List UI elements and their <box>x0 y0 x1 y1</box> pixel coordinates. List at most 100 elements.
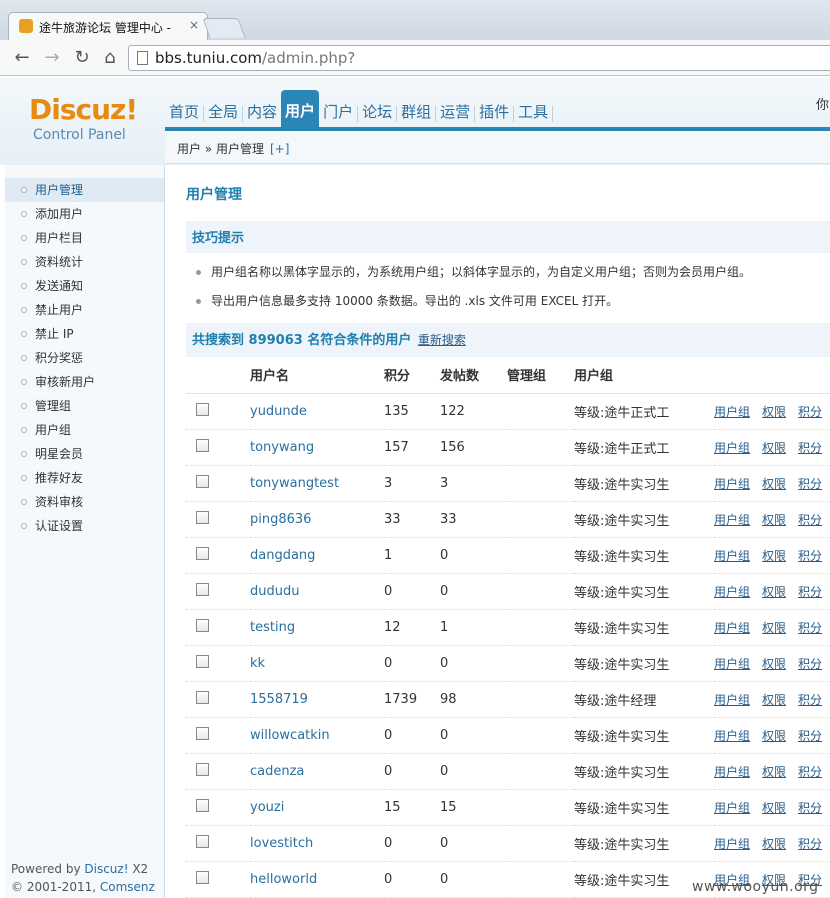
op-permission-link[interactable]: 权限 <box>762 513 786 527</box>
op-usergroup-link[interactable]: 用户组 <box>714 621 750 635</box>
sidebar-item[interactable]: 发送通知 <box>5 274 164 298</box>
row-checkbox[interactable] <box>196 870 209 884</box>
row-checkbox[interactable] <box>196 726 209 740</box>
row-checkbox[interactable] <box>196 474 209 488</box>
op-credits-link[interactable]: 积分 <box>798 477 822 491</box>
op-usergroup-link[interactable]: 用户组 <box>714 477 750 491</box>
sidebar-item[interactable]: 积分奖惩 <box>5 346 164 370</box>
add-shortcut-link[interactable]: [+] <box>270 142 289 156</box>
sidebar-item[interactable]: 资料审核 <box>5 490 164 514</box>
username-link[interactable]: lovestitch <box>250 836 313 851</box>
new-tab-button[interactable] <box>202 18 246 38</box>
nav-tab[interactable]: 论坛 <box>358 91 396 127</box>
op-permission-link[interactable]: 权限 <box>762 837 786 851</box>
sidebar-item[interactable]: 用户组 <box>5 418 164 442</box>
sidebar-item[interactable]: 认证设置 <box>5 514 164 538</box>
row-checkbox[interactable] <box>196 546 209 560</box>
username-link[interactable]: cadenza <box>250 764 304 779</box>
discuz-link[interactable]: Discuz! <box>84 862 128 876</box>
browser-tab[interactable]: 途牛旅游论坛 管理中心 - × <box>8 12 208 40</box>
op-credits-link[interactable]: 积分 <box>798 405 822 419</box>
op-credits-link[interactable]: 积分 <box>798 585 822 599</box>
op-usergroup-link[interactable]: 用户组 <box>714 549 750 563</box>
username-link[interactable]: ping8636 <box>250 512 311 527</box>
op-permission-link[interactable]: 权限 <box>762 693 786 707</box>
op-permission-link[interactable]: 权限 <box>762 801 786 815</box>
op-credits-link[interactable]: 积分 <box>798 801 822 815</box>
row-checkbox[interactable] <box>196 654 209 668</box>
op-usergroup-link[interactable]: 用户组 <box>714 801 750 815</box>
op-usergroup-link[interactable]: 用户组 <box>714 405 750 419</box>
reload-icon[interactable]: ↻ <box>70 46 94 70</box>
op-credits-link[interactable]: 积分 <box>798 441 822 455</box>
username-link[interactable]: testing <box>250 620 295 635</box>
op-usergroup-link[interactable]: 用户组 <box>714 693 750 707</box>
op-permission-link[interactable]: 权限 <box>762 549 786 563</box>
op-usergroup-link[interactable]: 用户组 <box>714 441 750 455</box>
row-checkbox[interactable] <box>196 402 209 416</box>
nav-tab[interactable]: 全局 <box>204 91 242 127</box>
username-link[interactable]: yudunde <box>250 404 307 419</box>
research-link[interactable]: 重新搜索 <box>418 333 466 347</box>
op-credits-link[interactable]: 积分 <box>798 657 822 671</box>
username-link[interactable]: dududu <box>250 584 299 599</box>
op-credits-link[interactable]: 积分 <box>798 513 822 527</box>
op-permission-link[interactable]: 权限 <box>762 657 786 671</box>
nav-tab[interactable]: 群组 <box>397 91 435 127</box>
nav-tab[interactable]: 插件 <box>475 91 513 127</box>
row-checkbox[interactable] <box>196 510 209 524</box>
back-arrow-icon[interactable]: ← <box>10 46 34 70</box>
sidebar-item[interactable]: 资料统计 <box>5 250 164 274</box>
row-checkbox[interactable] <box>196 618 209 632</box>
username-link[interactable]: 1558719 <box>250 692 308 707</box>
op-permission-link[interactable]: 权限 <box>762 405 786 419</box>
op-permission-link[interactable]: 权限 <box>762 729 786 743</box>
op-usergroup-link[interactable]: 用户组 <box>714 513 750 527</box>
op-credits-link[interactable]: 积分 <box>798 765 822 779</box>
forward-arrow-icon[interactable]: → <box>40 46 64 70</box>
sidebar-item[interactable]: 管理组 <box>5 394 164 418</box>
op-usergroup-link[interactable]: 用户组 <box>714 585 750 599</box>
nav-tab[interactable]: 首页 <box>165 91 203 127</box>
op-usergroup-link[interactable]: 用户组 <box>714 729 750 743</box>
sidebar-item[interactable]: 用户管理 <box>5 178 164 202</box>
username-link[interactable]: kk <box>250 656 265 671</box>
sidebar-item[interactable]: 审核新用户 <box>5 370 164 394</box>
home-icon[interactable]: ⌂ <box>98 46 122 70</box>
username-link[interactable]: willowcatkin <box>250 728 330 743</box>
row-checkbox[interactable] <box>196 690 209 704</box>
row-checkbox[interactable] <box>196 582 209 596</box>
op-credits-link[interactable]: 积分 <box>798 693 822 707</box>
sidebar-item[interactable]: 禁止 IP <box>5 322 164 346</box>
op-credits-link[interactable]: 积分 <box>798 549 822 563</box>
op-credits-link[interactable]: 积分 <box>798 621 822 635</box>
op-usergroup-link[interactable]: 用户组 <box>714 765 750 779</box>
username-link[interactable]: youzi <box>250 800 284 815</box>
row-checkbox[interactable] <box>196 762 209 776</box>
username-link[interactable]: helloworld <box>250 872 317 887</box>
sidebar-item[interactable]: 禁止用户 <box>5 298 164 322</box>
row-checkbox[interactable] <box>196 834 209 848</box>
op-permission-link[interactable]: 权限 <box>762 477 786 491</box>
discuz-logo[interactable]: Discuz! Control Panel <box>5 77 160 164</box>
row-checkbox[interactable] <box>196 798 209 812</box>
username-link[interactable]: dangdang <box>250 548 315 563</box>
nav-tab[interactable]: 内容 <box>243 91 281 127</box>
op-usergroup-link[interactable]: 用户组 <box>714 837 750 851</box>
nav-tab[interactable]: 用户 <box>281 90 320 128</box>
tab-close-icon[interactable]: × <box>189 18 199 32</box>
sidebar-item[interactable]: 明星会员 <box>5 442 164 466</box>
sidebar-item[interactable]: 用户栏目 <box>5 226 164 250</box>
nav-tab[interactable]: 门户 <box>319 91 357 127</box>
sidebar-item[interactable]: 添加用户 <box>5 202 164 226</box>
op-permission-link[interactable]: 权限 <box>762 621 786 635</box>
op-permission-link[interactable]: 权限 <box>762 765 786 779</box>
op-usergroup-link[interactable]: 用户组 <box>714 657 750 671</box>
username-link[interactable]: tonywang <box>250 440 314 455</box>
op-permission-link[interactable]: 权限 <box>762 585 786 599</box>
nav-tab[interactable]: 工具 <box>514 91 552 127</box>
username-link[interactable]: tonywangtest <box>250 476 339 491</box>
address-bar[interactable]: bbs.tuniu.com/admin.php? <box>128 45 830 71</box>
op-credits-link[interactable]: 积分 <box>798 837 822 851</box>
row-checkbox[interactable] <box>196 438 209 452</box>
